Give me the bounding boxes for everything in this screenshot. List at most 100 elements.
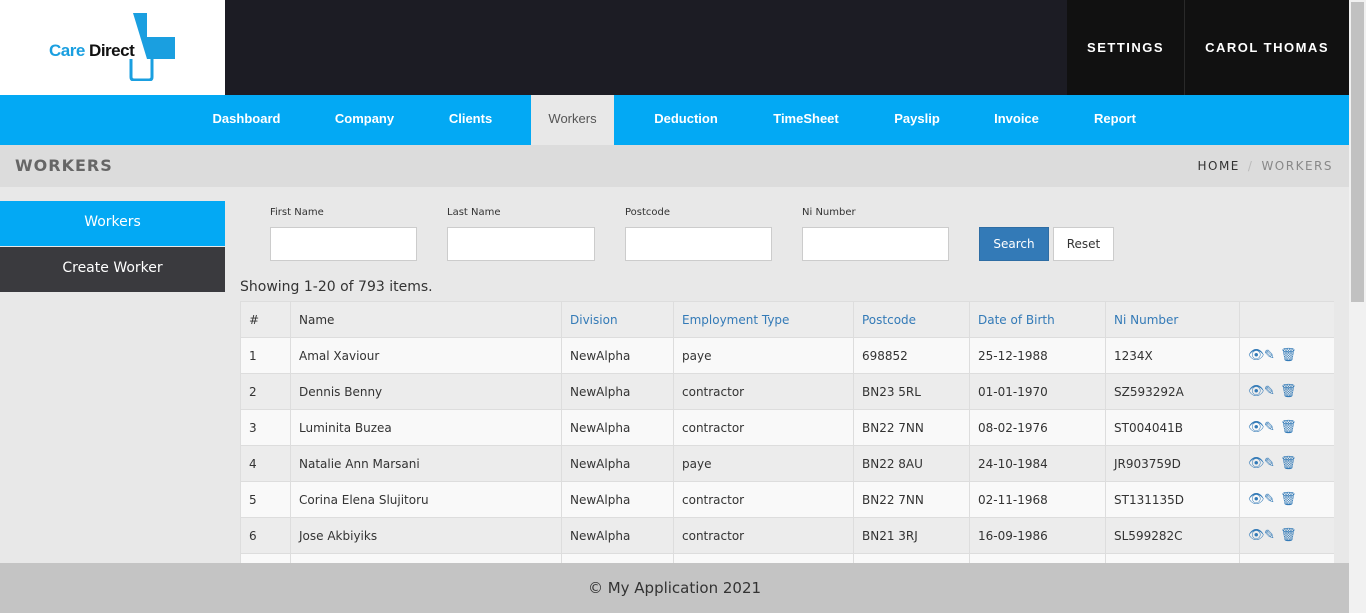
edit-icon[interactable]: ✎ [1264,528,1280,543]
row-name: Amal Xaviour [290,337,562,374]
col-header-name: Name [290,301,562,338]
page-title-bar: WORKERS HOME / WORKERS [0,145,1349,187]
row-num: 4 [240,445,291,482]
row-ni: SL599282C [1105,517,1240,554]
table-row: 5 Corina Elena Slujitoru NewAlpha contracto… [240,481,1334,518]
edit-icon[interactable]: ✎ [1264,456,1280,471]
row-num: 3 [240,409,291,446]
last-name-label: Last Name [447,207,501,218]
view-icon[interactable]: 👁 [1248,420,1265,435]
row-actions: 👁✎🗑 [1239,337,1334,374]
logo-text: Care Direct [49,41,135,60]
row-dob: 24-10-1984 [969,445,1106,482]
row-employment-type: contractor [673,517,854,554]
view-icon[interactable]: 👁 [1248,348,1265,363]
col-header-division[interactable]: Division [561,301,674,338]
view-icon[interactable]: 👁 [1248,528,1265,543]
trash-icon[interactable]: 🗑 [1280,456,1297,471]
row-postcode: BN21 3RJ [853,517,970,554]
nav-payslip[interactable]: Payslip [876,95,958,145]
sidebar-item-workers[interactable]: Workers [0,201,225,246]
table-row: 1 Amal Xaviour NewAlpha paye 698852 25-12-198… [240,337,1334,374]
nav-dashboard[interactable]: Dashboard [195,95,298,145]
edit-icon[interactable]: ✎ [1264,348,1280,363]
scrollbar-thumb[interactable] [1351,2,1364,302]
ni-number-label: Ni Number [802,207,856,218]
breadcrumb: HOME / WORKERS [1197,159,1333,173]
row-postcode: BN22 7NN [853,409,970,446]
row-employment-type: contractor [673,481,854,518]
row-ni: 1234X [1105,337,1240,374]
settings-link[interactable]: SETTINGS [1067,0,1185,95]
logo[interactable]: Care Direct [0,0,225,95]
row-postcode: BN22 8AU [853,445,970,482]
workers-table: # Name Division Employment Type Postcode… [240,301,1334,563]
edit-icon[interactable]: ✎ [1264,420,1280,435]
row-division: NewAlpha [561,517,674,554]
row-dob [969,553,1106,563]
edit-icon[interactable]: ✎ [1264,384,1280,399]
view-icon[interactable]: 👁 [1248,492,1265,507]
row-num: 6 [240,517,291,554]
user-menu[interactable]: CAROL THOMAS [1184,0,1349,95]
breadcrumb-separator: / [1247,159,1254,173]
table-row: 3 Luminita Buzea NewAlpha contractor BN22 7N… [240,409,1334,446]
nav-report[interactable]: Report [1075,95,1155,145]
row-num: 2 [240,373,291,410]
workers-table-container: # Name Division Employment Type Postcode… [240,301,1334,563]
row-ni: SZ593292A [1105,373,1240,410]
view-icon[interactable]: 👁 [1248,384,1265,399]
results-summary: Showing 1-20 of 793 items. [240,279,433,295]
ni-number-input[interactable] [802,227,949,261]
breadcrumb-current: WORKERS [1261,159,1333,173]
row-dob: 25-12-1988 [969,337,1106,374]
trash-icon[interactable]: 🗑 [1280,420,1297,435]
col-header-ni[interactable]: Ni Number [1105,301,1240,338]
row-name: Natalie Ann Marsani [290,445,562,482]
row-employment-type: contractor [673,409,854,446]
trash-icon[interactable]: 🗑 [1280,528,1297,543]
table-row: 2 Dennis Benny NewAlpha contractor BN23 5RL 0… [240,373,1334,410]
row-dob: 02-11-1968 [969,481,1106,518]
page-scrollbar[interactable] [1349,0,1366,613]
postcode-input[interactable] [625,227,772,261]
row-employment-type: paye [673,337,854,374]
trash-icon[interactable]: 🗑 [1280,348,1297,363]
nav-workers[interactable]: Workers [531,95,614,145]
table-row: 👁✎🗑 [240,553,1334,563]
search-button[interactable]: Search [979,227,1049,261]
table-row: 6 Jose Akbiyiks NewAlpha contractor BN21 3RJ… [240,517,1334,554]
row-employment-type: contractor [673,373,854,410]
row-name: Dennis Benny [290,373,562,410]
sidebar-item-create-worker[interactable]: Create Worker [0,247,225,292]
row-actions: 👁✎🗑 [1239,517,1334,554]
col-header-dob[interactable]: Date of Birth [969,301,1106,338]
row-ni: ST131135D [1105,481,1240,518]
row-postcode: BN22 7NN [853,481,970,518]
last-name-input[interactable] [447,227,595,261]
edit-icon[interactable]: ✎ [1264,492,1280,507]
reset-button[interactable]: Reset [1053,227,1114,261]
col-header-actions [1239,301,1334,338]
row-division: NewAlpha [561,337,674,374]
row-dob: 08-02-1976 [969,409,1106,446]
col-header-postcode[interactable]: Postcode [853,301,970,338]
row-name: Corina Elena Slujitoru [290,481,562,518]
trash-icon[interactable]: 🗑 [1280,492,1297,507]
nav-clients[interactable]: Clients [431,95,510,145]
row-ni: JR903759D [1105,445,1240,482]
nav-deduction[interactable]: Deduction [636,95,736,145]
row-employment-type: paye [673,445,854,482]
nav-company[interactable]: Company [317,95,412,145]
nav-timesheet[interactable]: TimeSheet [755,95,857,145]
row-actions: 👁✎🗑 [1239,409,1334,446]
row-ni: ST004041B [1105,409,1240,446]
view-icon[interactable]: 👁 [1248,456,1265,471]
col-header-employment-type[interactable]: Employment Type [673,301,854,338]
nav-invoice[interactable]: Invoice [977,95,1056,145]
breadcrumb-home[interactable]: HOME [1197,159,1239,173]
first-name-input[interactable] [270,227,417,261]
row-actions: 👁✎🗑 [1239,445,1334,482]
row-postcode [853,553,970,563]
trash-icon[interactable]: 🗑 [1280,384,1297,399]
